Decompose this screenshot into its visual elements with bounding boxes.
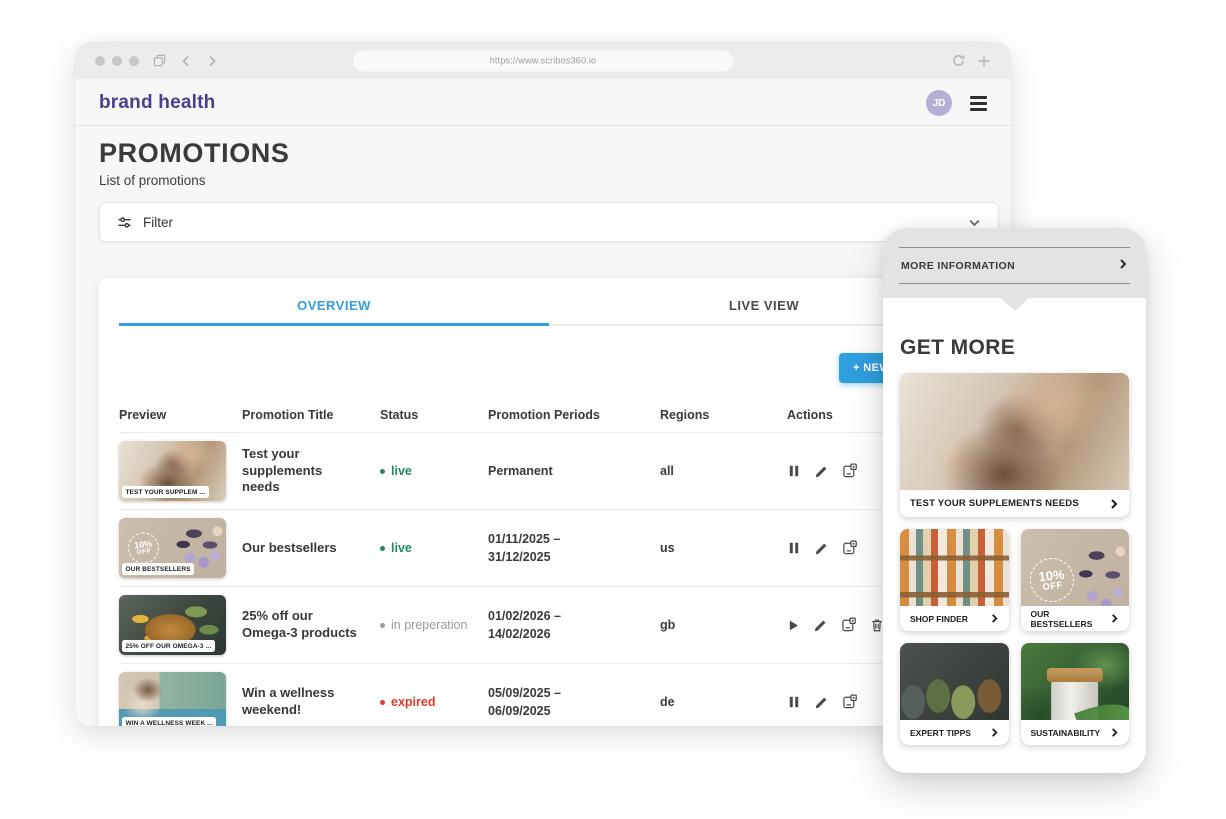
brand-logo[interactable]: brand health [99, 92, 215, 114]
card-label: SUSTAINABILITY [1031, 728, 1101, 738]
phone-card-supplements-test[interactable]: TEST YOUR SUPPLEMENTS NEEDS [900, 373, 1129, 517]
qr-preview-icon[interactable] [842, 463, 858, 479]
promotion-thumbnail[interactable]: WIN A WELLNESS WEEK ... [119, 672, 226, 726]
window-dot[interactable] [129, 56, 139, 66]
col-status: Status [380, 408, 488, 422]
tabs-icon[interactable] [153, 54, 166, 67]
browser-window: https://www.scribos360.io brand health J… [75, 42, 1011, 726]
promotion-region: us [660, 541, 787, 555]
back-icon[interactable] [180, 55, 192, 67]
app-header: brand health JD [75, 79, 1011, 126]
promotion-title: Test your supplements needs [242, 446, 380, 497]
chevron-right-icon [1109, 499, 1119, 509]
view-tabs: OVERVIEW LIVE VIEW [119, 298, 979, 326]
promotion-thumbnail[interactable]: 25% OFF OUR OMEGA-3 ... [119, 595, 226, 655]
promotion-title: Win a wellness weekend! [242, 685, 380, 719]
promotion-period: 05/09/2025 –06/09/2025 [488, 684, 660, 720]
promotion-period: 01/11/2025 –31/12/2025 [488, 530, 660, 566]
promotion-thumbnail[interactable]: TEST YOUR SUPPLEM ... [119, 441, 226, 501]
edit-pencil-icon[interactable] [814, 695, 829, 710]
col-periods: Promotion Periods [488, 408, 660, 422]
thumbnail-caption: 25% OFF OUR OMEGA-3 ... [122, 640, 215, 652]
qr-preview-icon[interactable] [841, 617, 857, 633]
status-badge: expired [380, 695, 488, 709]
browser-chrome: https://www.scribos360.io [75, 42, 1011, 79]
col-regions: Regions [660, 408, 787, 422]
accordion-notch [1001, 298, 1029, 311]
divider [899, 283, 1130, 284]
phone-overlay: MORE INFORMATION GET MORE TEST YOUR SUPP… [883, 228, 1146, 773]
chevron-right-icon [1110, 614, 1119, 623]
window-controls [95, 56, 139, 66]
filter-sliders-icon [117, 215, 132, 230]
url-text: https://www.scribos360.io [490, 56, 597, 66]
edit-pencil-icon[interactable] [813, 618, 828, 633]
phone-card-shop-finder[interactable]: SHOP FINDER [900, 529, 1009, 631]
forward-icon[interactable] [206, 55, 218, 67]
pause-icon[interactable] [787, 541, 801, 555]
card-label: SHOP FINDER [910, 614, 968, 624]
chevron-down-icon[interactable] [968, 216, 981, 229]
table-row: TEST YOUR SUPPLEM ... Test your suppleme… [119, 432, 979, 509]
card-label: OUR BESTSELLERS [1031, 609, 1111, 629]
table-row: 25% OFF OUR OMEGA-3 ... 25% off our Omeg… [119, 586, 979, 663]
phone-accordion: MORE INFORMATION [883, 228, 1146, 298]
chevron-right-icon [990, 728, 999, 737]
get-more-heading: GET MORE [900, 336, 1129, 360]
phone-card-expert-tipps[interactable]: EXPERT TIPPS [900, 643, 1009, 745]
page-content: PROMOTIONS List of promotions Filter OVE… [75, 126, 1011, 726]
qr-preview-icon[interactable] [842, 540, 858, 556]
page-subtitle: List of promotions [99, 173, 999, 188]
qr-preview-icon[interactable] [842, 694, 858, 710]
window-dot[interactable] [112, 56, 122, 66]
tab-overview[interactable]: OVERVIEW [119, 298, 549, 326]
refresh-icon[interactable] [952, 54, 965, 67]
trash-icon[interactable] [870, 618, 884, 633]
page-title: PROMOTIONS [99, 138, 999, 169]
new-tab-icon[interactable] [977, 54, 991, 68]
table-header: Preview Promotion Title Status Promotion… [119, 408, 979, 432]
table-row: WIN A WELLNESS WEEK ... Win a wellness w… [119, 663, 979, 726]
edit-pencil-icon[interactable] [814, 541, 829, 556]
status-badge: live [380, 541, 488, 555]
pause-icon[interactable] [787, 464, 801, 478]
chevron-right-icon [990, 614, 999, 623]
more-information-row[interactable]: MORE INFORMATION [899, 248, 1130, 283]
chevron-right-icon [1118, 259, 1128, 272]
promotion-region: gb [660, 618, 787, 632]
thumbnail-caption: WIN A WELLNESS WEEK ... [122, 717, 216, 726]
filter-label: Filter [143, 215, 173, 230]
status-badge: live [380, 464, 488, 478]
screenshot-canvas: https://www.scribos360.io brand health J… [0, 0, 1226, 819]
col-title: Promotion Title [242, 408, 380, 422]
filter-bar[interactable]: Filter [99, 202, 999, 242]
more-information-label: MORE INFORMATION [901, 260, 1015, 272]
promotion-period: 01/02/2026 –14/02/2026 [488, 607, 660, 643]
chevron-right-icon [1110, 728, 1119, 737]
phone-card-sustainability[interactable]: SUSTAINABILITY [1021, 643, 1130, 745]
promotion-thumbnail[interactable]: 10%OFF OUR BESTSELLERS [119, 518, 226, 578]
address-bar[interactable]: https://www.scribos360.io [353, 50, 733, 71]
promotion-region: all [660, 464, 787, 478]
hamburger-icon[interactable] [970, 96, 987, 111]
pause-icon[interactable] [787, 695, 801, 709]
promotions-card: OVERVIEW LIVE VIEW + NEW PROMOTION Previ… [99, 278, 999, 726]
play-icon[interactable] [787, 619, 800, 632]
window-dot[interactable] [95, 56, 105, 66]
card-label: TEST YOUR SUPPLEMENTS NEEDS [910, 498, 1079, 509]
status-badge: in preperation [380, 618, 488, 632]
edit-pencil-icon[interactable] [814, 464, 829, 479]
thumbnail-caption: OUR BESTSELLERS [122, 563, 194, 575]
promotion-title: 25% off our Omega-3 products [242, 608, 380, 642]
app-viewport: brand health JD PROMOTIONS List of promo… [75, 79, 1011, 726]
card-label: EXPERT TIPPS [910, 728, 971, 738]
table-row: 10%OFF OUR BESTSELLERS Our bestsellers l… [119, 509, 979, 586]
promotion-period: Permanent [488, 462, 660, 480]
thumbnail-caption: TEST YOUR SUPPLEM ... [122, 486, 209, 498]
promotion-region: de [660, 695, 787, 709]
col-preview: Preview [119, 408, 242, 422]
avatar[interactable]: JD [926, 90, 952, 116]
promotion-title: Our bestsellers [242, 540, 380, 557]
phone-card-bestsellers[interactable]: 10%OFF OUR BESTSELLERS [1021, 529, 1130, 631]
